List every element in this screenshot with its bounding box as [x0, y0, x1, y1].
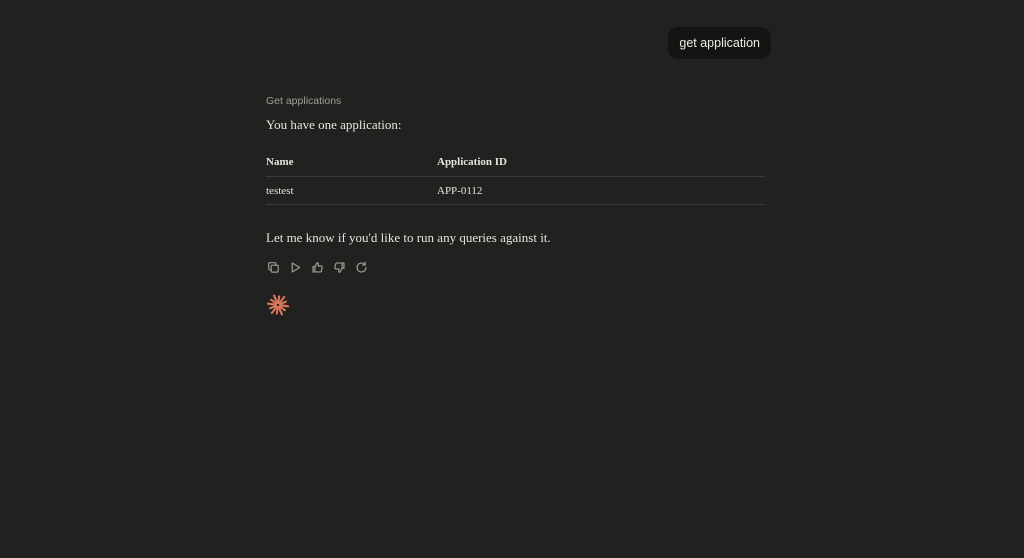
thumbs-up-button[interactable]: [310, 260, 325, 275]
retry-button[interactable]: [354, 260, 369, 275]
tool-call-label[interactable]: Get applications: [266, 95, 765, 108]
copy-button[interactable]: [266, 260, 281, 275]
user-message-bubble: get application: [668, 27, 771, 59]
thumbs-up-icon: [312, 261, 323, 273]
applications-table: Name Application ID testest APP-0112: [266, 147, 765, 205]
thumbs-down-button[interactable]: [332, 260, 347, 275]
assistant-outro-text: Let me know if you'd like to run any que…: [266, 230, 551, 245]
spark-ray: [279, 304, 290, 308]
user-message-text: get application: [679, 36, 760, 50]
chat-view: get application Get applications You hav…: [0, 0, 1024, 558]
assistant-intro-text: You have one application:: [266, 117, 402, 132]
table-header-row: Name Application ID: [266, 147, 765, 177]
play-icon: [291, 261, 301, 273]
spark-ray: [275, 306, 279, 315]
assistant-message: Get applications You have one applicatio…: [266, 94, 765, 322]
cell-application-id: APP-0112: [437, 176, 765, 205]
spark-ray: [266, 302, 277, 306]
table-row: testest APP-0112: [266, 176, 765, 205]
message-actions: [266, 259, 765, 275]
copy-icon: [268, 261, 279, 273]
thumbs-down-icon: [334, 261, 345, 273]
retry-icon: [356, 261, 367, 273]
spark-ray: [277, 295, 281, 304]
claude-spark-icon: [266, 294, 290, 316]
cell-application-name: testest: [266, 176, 437, 205]
column-header-name: Name: [266, 147, 437, 177]
column-header-application-id: Application ID: [437, 147, 765, 177]
play-button[interactable]: [288, 260, 303, 275]
